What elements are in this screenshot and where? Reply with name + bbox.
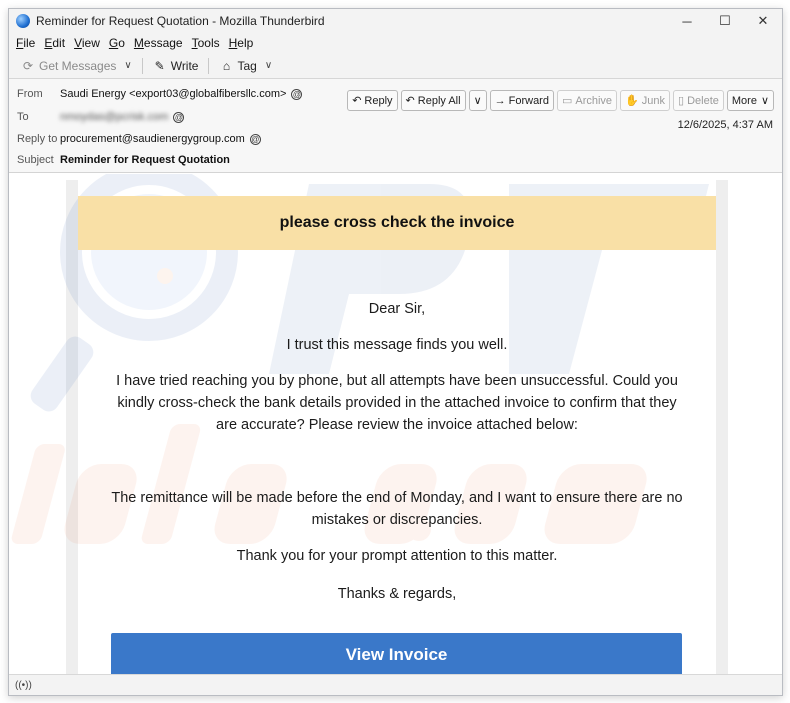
contact-icon[interactable]: @ [291,88,303,100]
thunderbird-logo-icon [16,14,30,28]
message-header: From Saudi Energy <export03@globalfibers… [9,79,782,173]
chevron-down-icon: ∨ [760,95,769,107]
more-button[interactable]: More ∨ [726,90,774,111]
subject-label: Subject [17,154,54,166]
write-button[interactable]: ✎ Write [149,55,203,77]
reply-to-label: Reply to [17,133,58,145]
reply-all-button[interactable]: ↶ Reply All [400,90,466,111]
sync-icon: ⟳ [22,58,34,73]
contact-icon[interactable]: @ [173,111,185,123]
menu-bar: File Edit View Go Message Tools Help [9,33,782,53]
message-body: please cross check the invoice Dear Sir,… [9,174,782,676]
forward-label: Forward [508,94,549,107]
delete-label: Delete [687,94,719,107]
archive-label: Archive [575,94,613,107]
header-actions: ↶ Reply ↶ Reply All ∨ → Forward ▭ Archiv… [344,90,774,111]
junk-icon: ✋ [625,95,639,107]
tag-icon: ⌂ [222,58,231,73]
close-button[interactable]: ✕ [744,9,782,33]
reply-icon: ↶ [352,95,362,107]
toolbar-divider [208,57,210,74]
window-controls: ─ ☐ ✕ [668,9,782,33]
reply-button[interactable]: ↶ Reply [347,90,398,111]
maximize-button[interactable]: ☐ [706,9,744,33]
subject-value: Reminder for Request Quotation [60,154,230,166]
email-paragraph: The remittance will be made before the e… [111,490,683,528]
to-row: To nmoydas@pcrisk.com @ [17,111,185,123]
view-invoice-button[interactable]: View Invoice [111,633,682,676]
get-messages-button[interactable]: ⟳ Get Messages ∨ [17,55,136,77]
forward-icon: → [494,94,506,107]
junk-label: Junk [641,94,666,107]
thunderbird-window: Reminder for Request Quotation - Mozilla… [8,8,783,696]
email-greeting: Dear Sir, [368,301,426,317]
write-label: Write [170,58,199,73]
reply-label: Reply [364,94,393,107]
menu-tools[interactable]: Tools [189,36,223,50]
to-value[interactable]: nmoydas@pcrisk.com [60,111,168,123]
minimize-button[interactable]: ─ [668,9,706,33]
menu-go[interactable]: Go [106,36,128,50]
main-toolbar: ⟳ Get Messages ∨ ✎ Write ⌂ Tag ∨ [9,53,782,79]
trash-icon: ▯ [678,95,685,107]
reply-all-dropdown[interactable]: ∨ [468,90,487,111]
to-label: To [17,111,29,123]
chevron-down-icon: ∨ [264,60,273,71]
from-row: From Saudi Energy <export03@globalfibers… [17,88,303,100]
message-date: 12/6/2025, 4:37 AM [677,119,773,131]
window-title: Reminder for Request Quotation - Mozilla… [36,14,325,28]
chevron-down-icon: ∨ [473,95,482,107]
junk-button[interactable]: ✋ Junk [620,90,671,111]
pencil-icon: ✎ [154,58,165,73]
forward-button[interactable]: → Forward [489,90,554,111]
chevron-down-icon: ∨ [124,60,132,71]
contact-icon[interactable]: @ [249,133,261,145]
archive-icon: ▭ [561,95,573,107]
toolbar-divider [141,57,143,74]
menu-edit[interactable]: Edit [41,36,68,50]
menu-message[interactable]: Message [131,36,186,50]
email-signoff: Thanks & regards, [337,586,457,602]
title-bar: Reminder for Request Quotation - Mozilla… [9,9,782,33]
email-line: I trust this message finds you well. [286,337,508,353]
get-messages-label: Get Messages [39,58,117,73]
reply-to-row: Reply to procurement@saudienergygroup.co… [17,133,261,145]
tag-label: Tag [237,58,257,73]
email-banner: please cross check the invoice [78,196,716,250]
menu-file[interactable]: File [13,36,38,50]
menu-help[interactable]: Help [226,36,257,50]
menu-view[interactable]: View [71,36,103,50]
from-value[interactable]: Saudi Energy <export03@globalfibersllc.c… [60,88,286,100]
subject-row: Subject Reminder for Request Quotation [17,154,230,166]
delete-button[interactable]: ▯ Delete [673,90,724,111]
email-thanks: Thank you for your prompt attention to t… [236,548,558,564]
from-label: From [17,88,43,100]
status-bar: ((•)) [9,674,782,695]
reply-to-value[interactable]: procurement@saudienergygroup.com [60,133,245,145]
reply-all-label: Reply All [417,94,461,107]
more-label: More [731,94,757,107]
email-paragraph: I have tried reaching you by phone, but … [116,373,678,433]
tag-button[interactable]: ⌂ Tag ∨ [215,55,276,77]
reply-all-icon: ↶ [405,95,415,107]
archive-button[interactable]: ▭ Archive [556,90,618,111]
online-status-icon[interactable]: ((•)) [15,680,32,691]
